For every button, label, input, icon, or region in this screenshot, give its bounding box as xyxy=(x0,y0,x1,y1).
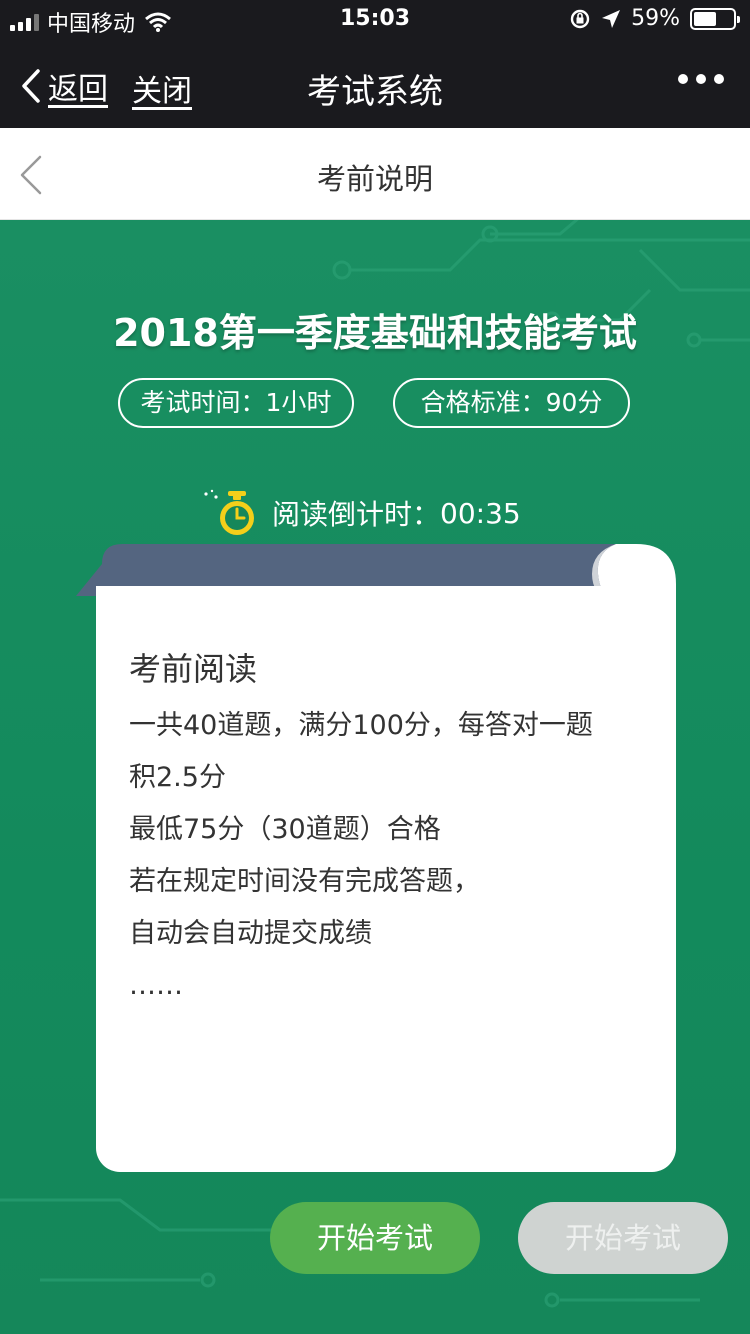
status-right: 59% xyxy=(569,6,740,31)
exam-duration-badge: 考试时间：1小时 xyxy=(118,378,354,428)
battery-fill xyxy=(694,11,717,26)
countdown-label: 阅读倒计时： xyxy=(272,498,441,531)
status-bar: 中国移动 15:03 59% xyxy=(0,0,750,40)
start-exam-button[interactable]: 开始考试 xyxy=(270,1202,480,1274)
reading-line: …… xyxy=(129,970,183,1001)
reading-line: 最低75分（30道题）合格 xyxy=(129,814,441,845)
reading-countdown: 阅读倒计时： 00:35 xyxy=(198,488,521,538)
reading-line: 积2.5分 xyxy=(129,762,226,793)
reading-title: 考前阅读 xyxy=(129,650,258,688)
start-exam-button-disabled: 开始考试 xyxy=(518,1202,728,1274)
countdown-value: 00:35 xyxy=(440,496,521,530)
rotation-lock-icon xyxy=(570,9,590,28)
nav-bar: 返回 关闭 考试系统 xyxy=(0,40,750,128)
reading-line: 自动会自动提交成绩 xyxy=(129,918,372,949)
page-title: 考前说明 xyxy=(316,162,433,196)
stopwatch-icon xyxy=(204,489,254,535)
reading-text: 一共40道题，满分100分，每答对一题 积2.5分 最低75分（30道题）合格 … xyxy=(129,700,649,1012)
location-icon xyxy=(602,9,621,28)
battery-icon xyxy=(690,7,740,30)
pre-exam-reading-card: 考前阅读 一共40道题，满分100分，每答对一题 积2.5分 最低75分（30道… xyxy=(96,586,676,1172)
pass-standard-badge: 合格标准：90分 xyxy=(393,378,630,428)
page-header: 考前说明 xyxy=(0,128,750,220)
battery-percent: 59% xyxy=(631,6,680,31)
more-options-icon[interactable] xyxy=(678,74,724,84)
reading-line: 一共40道题，满分100分，每答对一题 xyxy=(129,710,593,741)
exam-title: 2018第一季度基础和技能考试 xyxy=(113,311,637,355)
exam-intro-panel: 2018第一季度基础和技能考试 考试时间：1小时 合格标准：90分 阅读倒计时：… xyxy=(0,220,750,1334)
app-title: 考试系统 xyxy=(307,72,443,112)
reading-line: 若在规定时间没有完成答题， xyxy=(129,866,480,897)
